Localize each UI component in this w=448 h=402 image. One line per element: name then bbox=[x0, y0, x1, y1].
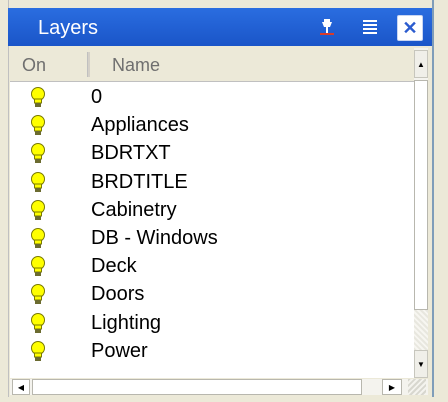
lightbulb-on-icon[interactable] bbox=[30, 256, 46, 278]
layer-name: Doors bbox=[91, 283, 145, 306]
lightbulb-on-icon[interactable] bbox=[30, 199, 46, 222]
scroll-left-button[interactable]: ◀ bbox=[12, 379, 30, 395]
horizontal-scroll-thumb[interactable] bbox=[32, 379, 362, 395]
layer-row[interactable]: Lighting bbox=[10, 310, 414, 338]
column-header-on[interactable]: On bbox=[22, 55, 46, 76]
layer-name: Lighting bbox=[91, 311, 162, 334]
layer-name: Power bbox=[91, 339, 148, 362]
layer-row[interactable]: Cabinetry bbox=[10, 197, 414, 225]
close-icon[interactable]: ✕ bbox=[397, 15, 423, 41]
lightbulb-on-icon[interactable] bbox=[30, 340, 46, 363]
layer-row[interactable]: Deck bbox=[10, 253, 414, 281]
layer-name: 0 bbox=[91, 86, 103, 108]
layer-row[interactable]: DB - Windows bbox=[10, 225, 414, 253]
lightbulb-on-icon[interactable] bbox=[30, 284, 46, 306]
layer-name: Deck bbox=[91, 255, 137, 278]
vertical-scroll-thumb[interactable] bbox=[414, 80, 428, 310]
panel-title: Layers bbox=[38, 17, 99, 39]
layer-name: BDRTXT bbox=[91, 142, 171, 165]
layer-name: Appliances bbox=[91, 114, 189, 137]
layer-name: DB - Windows bbox=[91, 226, 218, 249]
column-header-name[interactable]: Name bbox=[112, 55, 160, 76]
layer-row[interactable]: 0 bbox=[10, 84, 414, 112]
layer-rows: 0 Appliances BDRTXT BRDTITLE Cabinetry D… bbox=[10, 84, 414, 366]
layer-name: Cabinetry bbox=[91, 198, 177, 221]
horizontal-scrollbar[interactable]: ◀ ▶ bbox=[10, 379, 428, 395]
layer-row[interactable]: BDRTXT bbox=[10, 140, 414, 168]
lightbulb-on-icon[interactable] bbox=[30, 171, 46, 194]
layer-row[interactable]: Doors bbox=[10, 281, 414, 309]
panel-titlebar[interactable]: Layers ✕ bbox=[8, 8, 432, 46]
pin-icon[interactable] bbox=[315, 15, 339, 39]
menu-lines-icon[interactable] bbox=[358, 15, 382, 39]
vertical-scroll-track[interactable] bbox=[414, 310, 428, 350]
layer-name: BRDTITLE bbox=[91, 170, 188, 193]
lightbulb-on-icon[interactable] bbox=[30, 143, 46, 165]
scroll-down-button[interactable]: ▼ bbox=[414, 350, 428, 378]
layers-panel: Layers ✕ On Name 0 Appliances BDRTXT BRD… bbox=[0, 0, 448, 402]
layer-row[interactable]: BRDTITLE bbox=[10, 169, 414, 197]
lightbulb-on-icon[interactable] bbox=[30, 87, 46, 109]
layer-row[interactable]: Appliances bbox=[10, 112, 414, 140]
lightbulb-on-icon[interactable] bbox=[30, 227, 46, 250]
lightbulb-on-icon[interactable] bbox=[30, 115, 46, 137]
layer-row[interactable]: Power bbox=[10, 338, 414, 366]
scroll-right-button[interactable]: ▶ bbox=[382, 379, 402, 395]
resize-grip[interactable] bbox=[408, 379, 426, 395]
vertical-scrollbar[interactable]: ▲ ▼ bbox=[414, 48, 428, 378]
column-divider[interactable] bbox=[87, 52, 90, 77]
scroll-up-button[interactable]: ▲ bbox=[414, 50, 428, 78]
lightbulb-on-icon[interactable] bbox=[30, 312, 46, 335]
list-header: On Name bbox=[10, 48, 414, 82]
layers-list[interactable]: On Name 0 Appliances BDRTXT BRDTITLE Cab… bbox=[10, 48, 428, 378]
